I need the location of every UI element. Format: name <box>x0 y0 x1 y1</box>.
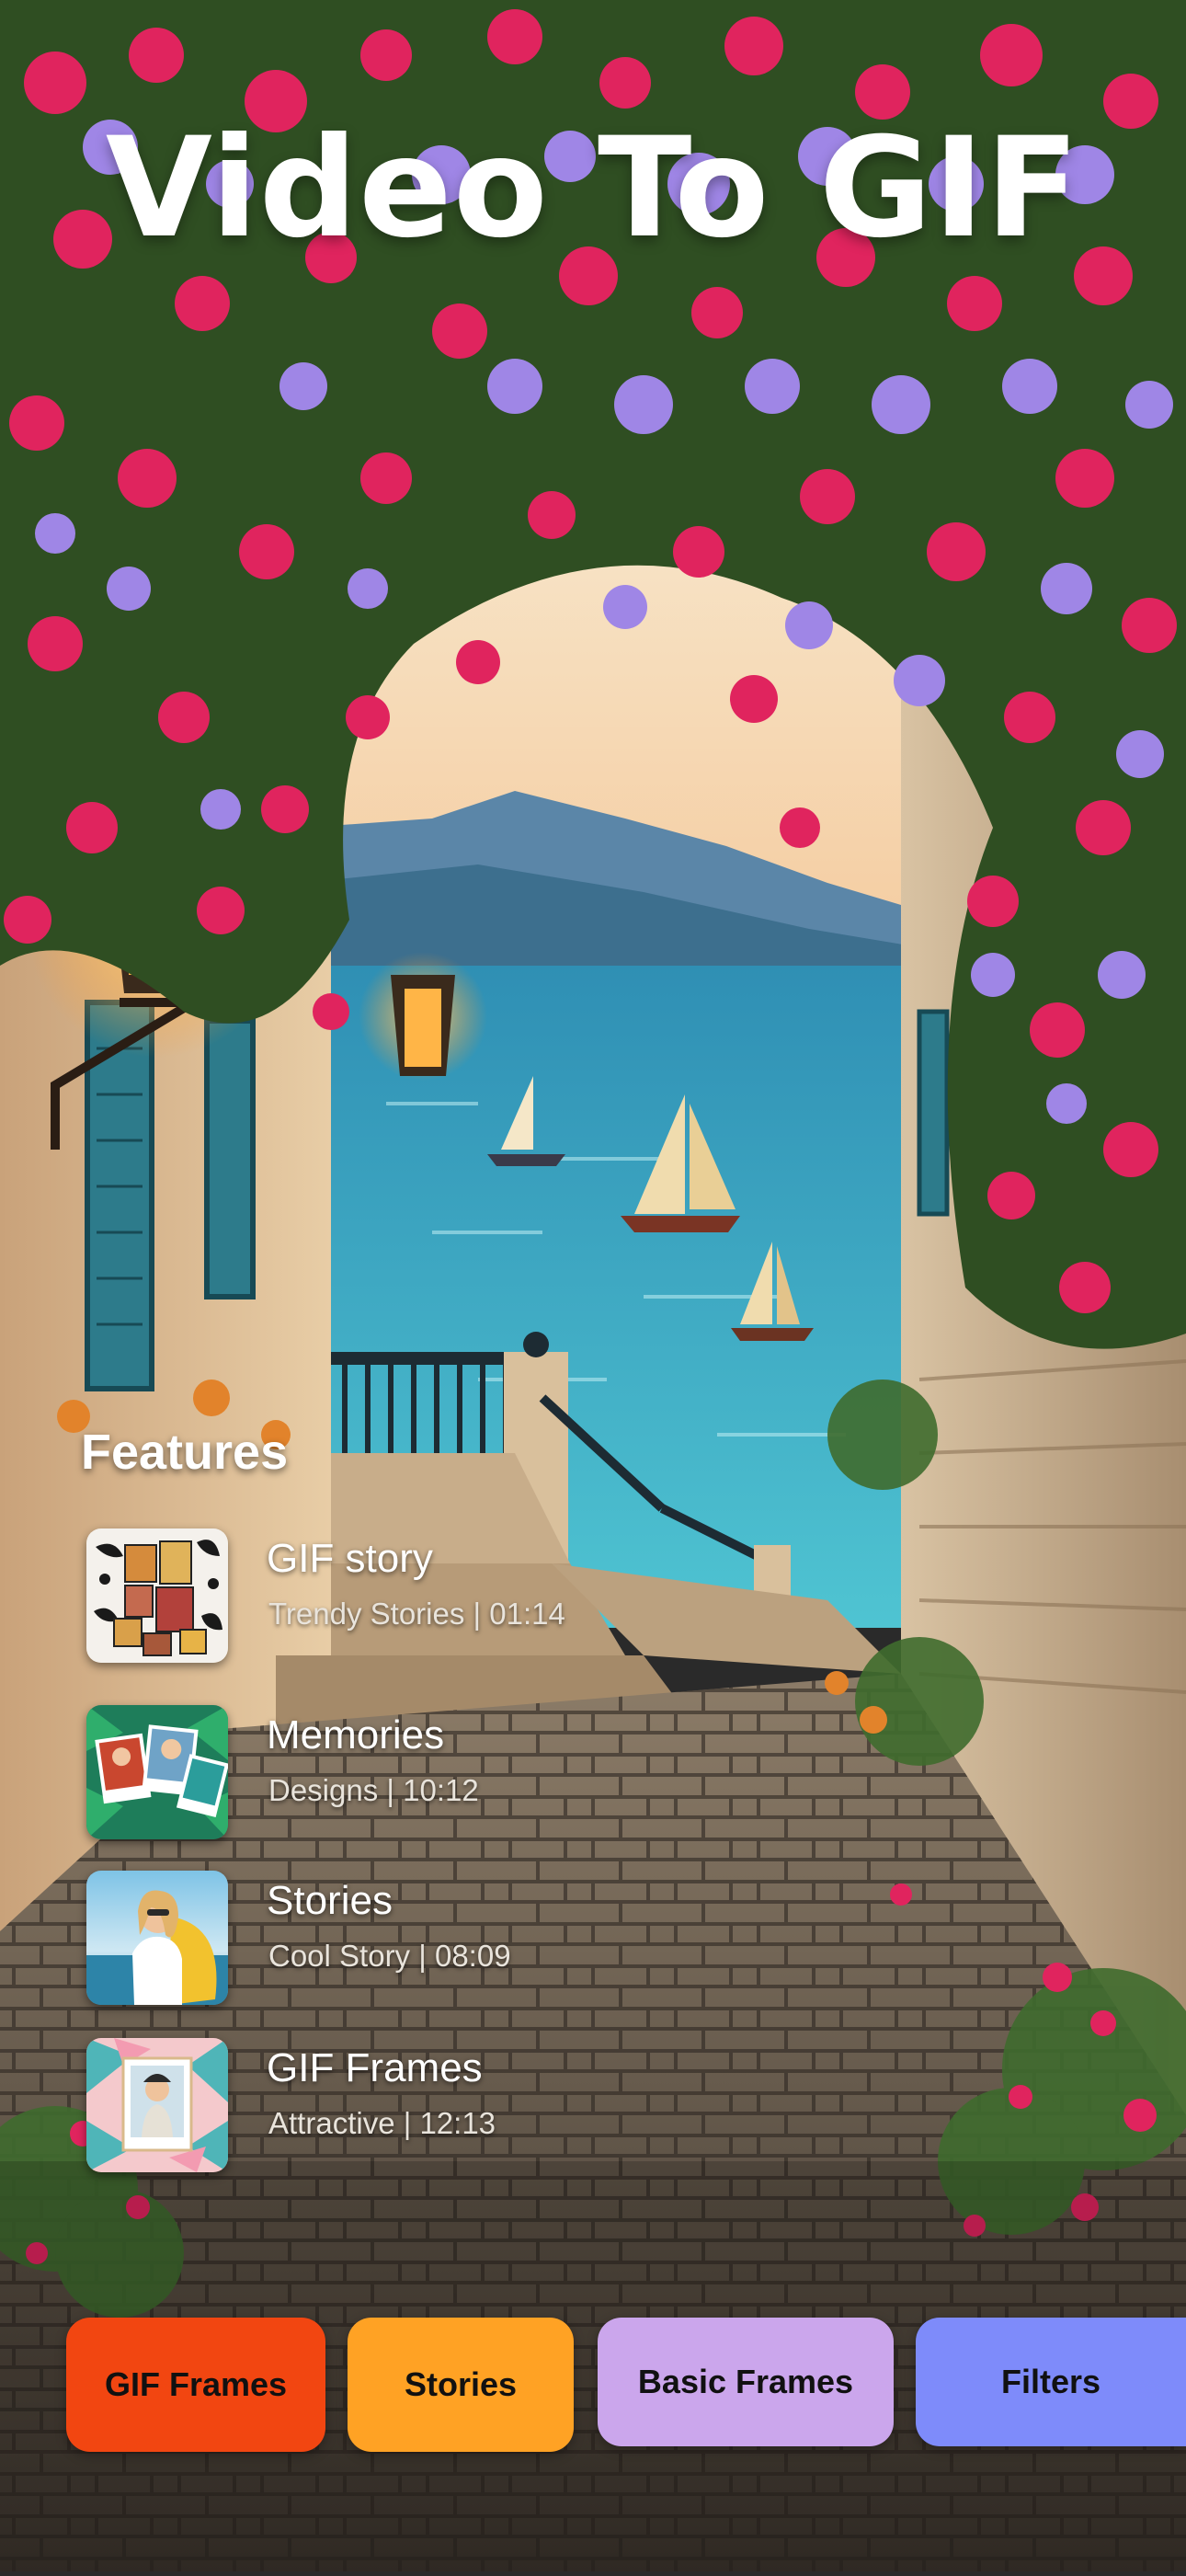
memories-photo-thumbnail <box>86 1705 228 1839</box>
tab-stories[interactable]: Stories <box>348 2318 574 2452</box>
category-tab-bar: GIF Frames Stories Basic Frames Filters <box>0 2318 1186 2456</box>
background-illustration <box>0 0 1186 2571</box>
feature-subtitle: Attractive | 12:13 <box>268 2106 496 2140</box>
feature-subtitle: Designs | 10:12 <box>268 1773 479 1807</box>
feature-subtitle: Cool Story | 08:09 <box>268 1939 511 1973</box>
stories-portrait-thumbnail <box>86 1871 228 2005</box>
feature-title: Memories <box>267 1712 445 1757</box>
feature-item-memories[interactable]: Memories Designs | 10:12 <box>86 1705 914 1843</box>
feature-title: GIF story <box>267 1536 433 1581</box>
feature-item-gif-story[interactable]: GIF story Trendy Stories | 01:14 <box>86 1528 914 1666</box>
feature-item-stories[interactable]: Stories Cool Story | 08:09 <box>86 1871 914 2009</box>
feature-subtitle: Trendy Stories | 01:14 <box>268 1597 565 1631</box>
tab-filters[interactable]: Filters <box>916 2318 1186 2446</box>
gif-frames-thumbnail <box>86 2038 228 2172</box>
feature-title: Stories <box>267 1878 393 1923</box>
tab-gif-frames[interactable]: GIF Frames <box>66 2318 325 2452</box>
features-heading: Features <box>81 1425 289 1480</box>
feature-item-gif-frames[interactable]: GIF Frames Attractive | 12:13 <box>86 2038 914 2176</box>
tab-basic-frames[interactable]: Basic Frames <box>598 2318 894 2446</box>
gif-story-collage-thumbnail <box>86 1528 228 1663</box>
feature-title: GIF Frames <box>267 2045 483 2090</box>
app-title: Video To GIF <box>105 109 1081 269</box>
